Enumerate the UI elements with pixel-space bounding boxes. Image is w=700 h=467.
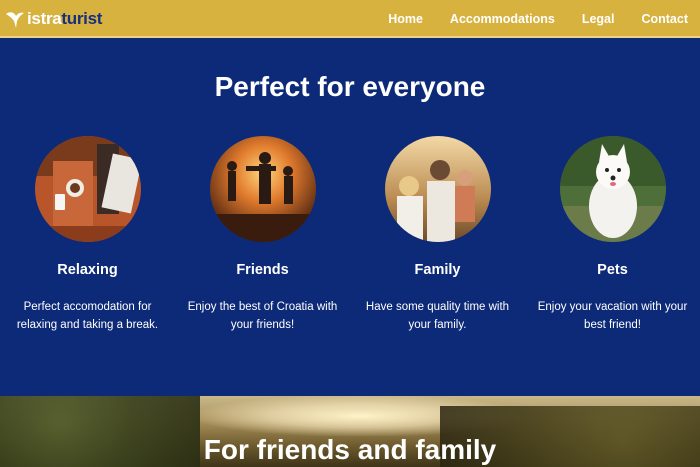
- logo-text-istra: istra: [27, 9, 62, 28]
- card-title-friends: Friends: [236, 262, 289, 278]
- nav-link-legal[interactable]: Legal: [582, 12, 615, 26]
- bird-logo-icon: [6, 12, 24, 28]
- feature-card-pets: Pets Enjoy your vacation with your best …: [525, 136, 700, 334]
- card-title-relaxing: Relaxing: [57, 262, 118, 278]
- card-title-family: Family: [414, 262, 461, 278]
- logo-text-turist: turist: [61, 9, 103, 28]
- card-text-family: Have some quality time with your family.: [365, 301, 510, 331]
- nav-link-contact[interactable]: Contact: [641, 12, 688, 26]
- nav-menu: Home Accommodations Legal Contact: [361, 0, 688, 38]
- features-section: Perfect for everyone Relaxing Perfect ac…: [0, 38, 700, 396]
- top-navbar: istra turist Home Accommodations Legal Co…: [0, 0, 700, 38]
- card-text-pets: Enjoy your vacation with your best frien…: [537, 301, 688, 331]
- card-text-relaxing: Perfect accomodation for relaxing and ta…: [16, 301, 159, 331]
- feature-card-friends: Friends Enjoy the best of Croatia with y…: [175, 136, 350, 334]
- section-title: Perfect for everyone: [214, 71, 486, 102]
- feature-card-family: Family Have some quality time with your …: [350, 136, 525, 334]
- card-title-pets: Pets: [597, 262, 628, 278]
- card-text-friends: Enjoy the best of Croatia with your frie…: [187, 301, 338, 331]
- hero-banner: For friends and family: [0, 396, 700, 467]
- logo[interactable]: istra turist: [4, 6, 102, 32]
- feature-card-relaxing: Relaxing Perfect accomodation for relaxi…: [0, 136, 175, 334]
- pets-photo: [559, 136, 666, 242]
- nav-link-home[interactable]: Home: [388, 12, 423, 26]
- relaxing-photo: [34, 136, 141, 242]
- friends-photo: [209, 136, 316, 242]
- nav-link-accommodations[interactable]: Accommodations: [450, 12, 555, 26]
- family-photo: [384, 136, 491, 242]
- hero-title: For friends and family: [203, 434, 497, 465]
